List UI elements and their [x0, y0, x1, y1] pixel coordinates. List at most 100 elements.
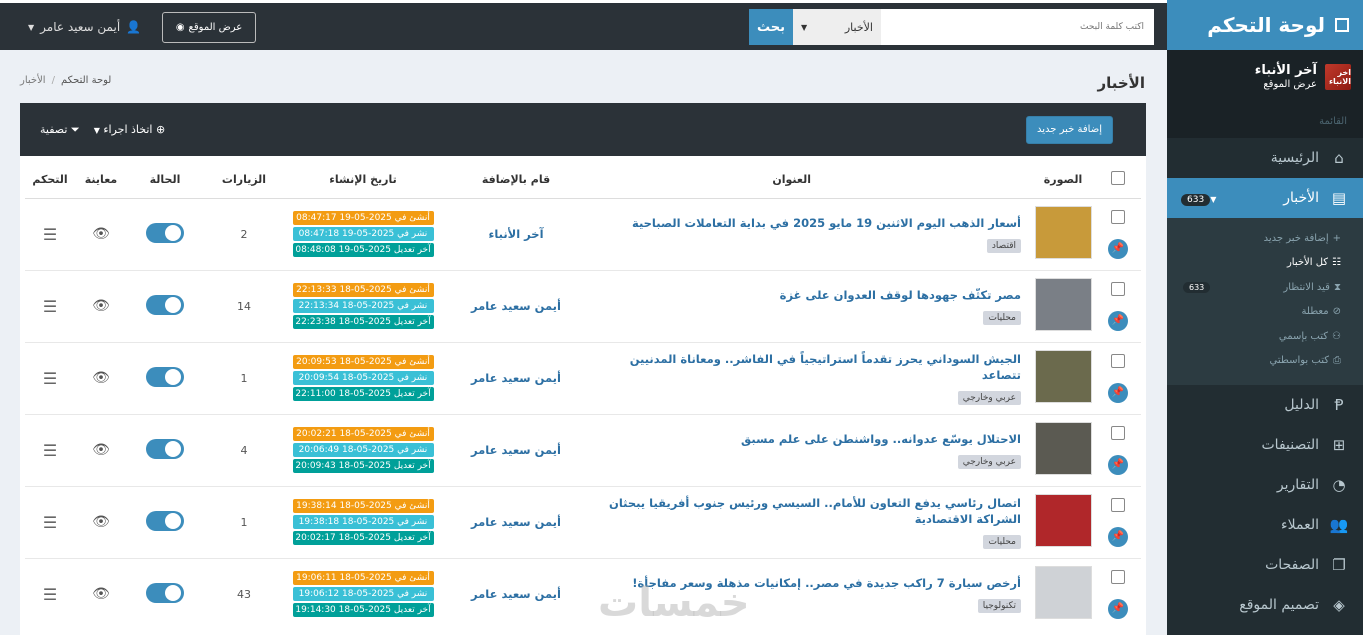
header-control: التحكم [25, 162, 75, 199]
pin-icon[interactable]: 📌 [1108, 310, 1128, 331]
submenu-icon: ⊘ [1332, 306, 1341, 318]
row-checkbox[interactable] [1111, 281, 1125, 296]
visits-count: 14 [203, 269, 285, 342]
add-news-button[interactable]: إضافة خبر جديد [1026, 115, 1113, 144]
filter-button[interactable]: ⏷ تصفية [40, 123, 80, 137]
sidebar-item[interactable]: Ᵽ الدليل [1167, 385, 1363, 425]
news-title-link[interactable]: أسعار الذهب اليوم الاثنين 19 مايو 2025 ف… [591, 215, 1021, 231]
search-scope-label: الأخبار [844, 20, 873, 34]
sidebar-item[interactable]: ❐ الصفحات [1167, 545, 1363, 585]
sidebar-item[interactable]: 👥 العملاء [1167, 505, 1363, 545]
actions-dropdown[interactable]: ⊕ اتخاذ اجراء ▼ [94, 123, 166, 137]
news-title-link[interactable]: الجيش السوداني يحرز تقدماً استراتيجياً ف… [591, 351, 1021, 383]
author-link[interactable]: أيمن سعيد عامر [471, 443, 561, 457]
category-tag[interactable]: محليات [983, 535, 1021, 550]
breadcrumb: لوحة التحكم / الأخبار [20, 75, 111, 86]
news-title-link[interactable]: اتصال رئاسي يدفع التعاون للأمام.. السيسي… [591, 495, 1021, 527]
sidebar-item[interactable]: ⌂ الرئيسية [1167, 138, 1363, 178]
published-date-badge: نشر في 2025-05-18 20:09:54 [292, 371, 434, 385]
preview-eye-icon[interactable]: 👁 [92, 514, 110, 530]
news-title-link[interactable]: مصر تكثّف جهودها لوقف العدوان على غزة [591, 287, 1021, 303]
submenu-item[interactable]: ⎙ كتب بواسطتي [1167, 349, 1363, 374]
actions-label: اتخاذ اجراء [103, 122, 153, 136]
author-link[interactable]: أيمن سعيد عامر [471, 299, 561, 313]
category-tag[interactable]: عربي وخارجي [957, 391, 1021, 406]
table-row: 📌 الاحتلال يوسّع عدوانه.. وواشنطن على علم… [25, 413, 1141, 486]
published-date-badge: نشر في 2025-05-18 20:06:49 [292, 443, 434, 457]
pin-icon[interactable]: 📌 [1108, 238, 1128, 259]
status-toggle[interactable] [146, 510, 184, 531]
edited-date-badge: آخر تعديل 2025-05-18 22:23:38 [292, 315, 434, 329]
preview-eye-icon[interactable]: 👁 [92, 298, 110, 314]
status-toggle[interactable] [146, 582, 184, 603]
published-date-badge: نشر في 2025-05-18 22:13:34 [292, 299, 434, 313]
row-checkbox[interactable] [1111, 497, 1125, 512]
submenu-item[interactable]: ⊘ معطلة [1167, 300, 1363, 325]
author-link[interactable]: أيمن سعيد عامر [471, 515, 561, 529]
globe-icon: ⊕ [155, 122, 166, 136]
sidebar-item[interactable]: ◔ التقارير [1167, 465, 1363, 505]
author-link[interactable]: آخر الأنباء [488, 227, 543, 241]
brand-header[interactable]: لوحة التحكم [1167, 0, 1363, 50]
preview-eye-icon[interactable]: 👁 [92, 226, 110, 242]
author-link[interactable]: أيمن سعيد عامر [471, 371, 561, 385]
control-menu-icon[interactable]: ☰ [43, 441, 57, 460]
submenu-label: كتب بإسمي [1278, 330, 1329, 342]
breadcrumb-home[interactable]: لوحة التحكم [61, 75, 111, 86]
sidebar-item-label: العملاء [1281, 517, 1319, 533]
control-menu-icon[interactable]: ☰ [43, 225, 57, 244]
status-toggle[interactable] [146, 294, 184, 315]
edited-date-badge: آخر تعديل 2025-05-18 22:11:00 [292, 387, 434, 401]
view-site-button[interactable]: عرض الموقع ◉ [162, 12, 256, 43]
news-title-link[interactable]: الاحتلال يوسّع عدوانه.. وواشنطن على علم … [591, 431, 1021, 447]
submenu-item[interactable]: ☷ كل الأخبار [1167, 251, 1363, 276]
pin-icon[interactable]: 📌 [1108, 526, 1128, 547]
search-scope-select[interactable]: الأخبار ▼ [793, 9, 881, 45]
status-toggle[interactable] [146, 438, 184, 459]
category-tag[interactable]: تكنولوجيا [977, 599, 1021, 614]
author-link[interactable]: أيمن سعيد عامر [471, 587, 561, 601]
row-checkbox[interactable] [1111, 209, 1125, 224]
control-menu-icon[interactable]: ☰ [43, 297, 57, 316]
visits-count: 4 [203, 413, 285, 486]
visits-count: 2 [203, 197, 285, 270]
row-checkbox[interactable] [1111, 353, 1125, 368]
category-tag[interactable]: محليات [983, 311, 1021, 326]
site-block[interactable]: اخر الانباء آخر الأنباء عرض الموقع [1167, 50, 1363, 104]
sidebar-item[interactable]: ⊞ التصنيفات [1167, 425, 1363, 465]
control-menu-icon[interactable]: ☰ [43, 585, 57, 604]
sidebar-item-label: الرئيسية [1270, 150, 1319, 166]
search-input[interactable] [881, 9, 1154, 45]
status-toggle[interactable] [146, 366, 184, 387]
submenu-item[interactable]: ⚇ كتب بإسمي [1167, 324, 1363, 349]
preview-eye-icon[interactable]: 👁 [92, 370, 110, 386]
preview-eye-icon[interactable]: 👁 [92, 442, 110, 458]
select-all-checkbox[interactable] [1111, 171, 1125, 186]
sidebar-item[interactable]: ◈ تصميم الموقع [1167, 585, 1363, 625]
sidebar-item-label: الأخبار [1283, 190, 1319, 206]
news-title-link[interactable]: أرخص سيارة 7 راكب جديدة في مصر.. إمكانيا… [591, 575, 1021, 591]
preview-eye-icon[interactable]: 👁 [92, 586, 110, 602]
pin-icon[interactable]: 📌 [1108, 382, 1128, 403]
category-tag[interactable]: عربي وخارجي [957, 455, 1021, 470]
pin-icon[interactable]: 📌 [1108, 454, 1128, 475]
news-box: إضافة خبر جديد ⊕ اتخاذ اجراء ▼ ⏷ تصفية ا… [20, 103, 1146, 635]
control-menu-icon[interactable]: ☰ [43, 513, 57, 532]
row-checkbox[interactable] [1111, 425, 1125, 440]
control-menu-icon[interactable]: ☰ [43, 369, 57, 388]
edited-date-badge: آخر تعديل 2025-05-18 20:02:17 [292, 531, 434, 545]
user-menu[interactable]: 👤 أيمن سعيد عامر ▼ [28, 20, 141, 34]
created-date-badge: أنشئ في 2025-05-18 19:06:11 [292, 571, 434, 586]
header-created: تاريخ الإنشاء [285, 162, 441, 199]
search-button[interactable]: بحث [749, 9, 793, 45]
row-checkbox[interactable] [1111, 569, 1125, 584]
pin-icon[interactable]: 📌 [1108, 598, 1128, 619]
header-preview: معاينة [75, 162, 127, 199]
sidebar-item[interactable]: ▤ الأخبار ▼633 [1167, 178, 1363, 218]
category-tag[interactable]: اقتصاد [986, 239, 1021, 254]
filter-label: تصفية [40, 122, 68, 136]
submenu-item[interactable]: + إضافة خبر جديد [1167, 226, 1363, 251]
submenu-item[interactable]: ⧗ قيد الانتظار 633 [1167, 275, 1363, 300]
status-toggle[interactable] [146, 222, 184, 243]
visits-count: 1 [203, 485, 285, 558]
